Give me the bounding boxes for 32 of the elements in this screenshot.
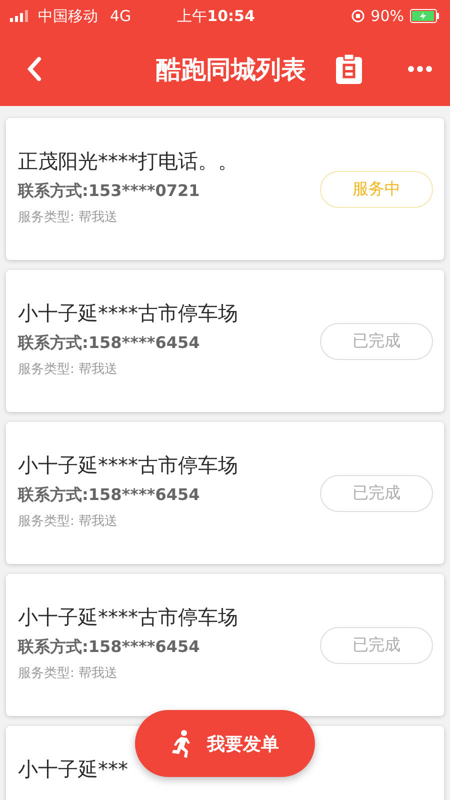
order-title: 小十子延****古市停车场: [18, 300, 239, 327]
contact-info: 联系方式:158****6454: [18, 637, 201, 658]
rotation-lock-icon: [350, 9, 365, 23]
service-type: 服务类型: 帮我送: [18, 513, 119, 530]
order-card[interactable]: 小十子延****古市停车场 联系方式:158****6454 服务类型: 帮我送 已完成: [6, 270, 444, 412]
contact-info: 联系方式:158****6454: [18, 485, 201, 506]
status-button[interactable]: 已完成: [320, 626, 433, 664]
contact-info: 联系方式:153****0721: [18, 181, 201, 202]
contact-info: 联系方式:158****6454: [18, 333, 201, 354]
order-title: 正茂阳光****打电话。。: [18, 148, 239, 175]
more-button[interactable]: [408, 66, 432, 72]
status-button[interactable]: 已完成: [320, 322, 433, 360]
network-type: 4G: [110, 7, 132, 25]
order-card[interactable]: 正茂阳光****打电话。。 联系方式:153****0721 服务类型: 帮我送 服务中: [6, 118, 444, 260]
order-title: 小十子延****古市停车场: [18, 452, 239, 479]
order-title: 小十子延****古市停车场: [18, 604, 239, 631]
order-card[interactable]: 小十子延****古市停车场 联系方式:158****6454 服务类型: 帮我送 已完成: [6, 574, 444, 716]
order-title: 小十子延***: [18, 756, 129, 783]
status-button[interactable]: 已完成: [320, 474, 433, 512]
runner-icon: [171, 730, 193, 758]
service-type: 服务类型: 帮我送: [18, 209, 119, 226]
page-title: 酷跑同城列表: [156, 54, 306, 86]
back-button[interactable]: [26, 56, 42, 82]
clock-time: 上午10:54: [177, 6, 255, 26]
carrier-name: 中国移动: [38, 6, 98, 26]
service-type: 服务类型: 帮我送: [18, 665, 119, 682]
clipboard-button[interactable]: [336, 54, 362, 84]
order-card[interactable]: 小十子延****古市停车场 联系方式:158****6454 服务类型: 帮我送 已完成: [6, 422, 444, 564]
battery-percent: 90%: [370, 7, 404, 25]
battery-icon: [410, 9, 440, 23]
post-order-button[interactable]: 我要发单: [135, 710, 315, 777]
service-type: 服务类型: 帮我送: [18, 361, 119, 378]
